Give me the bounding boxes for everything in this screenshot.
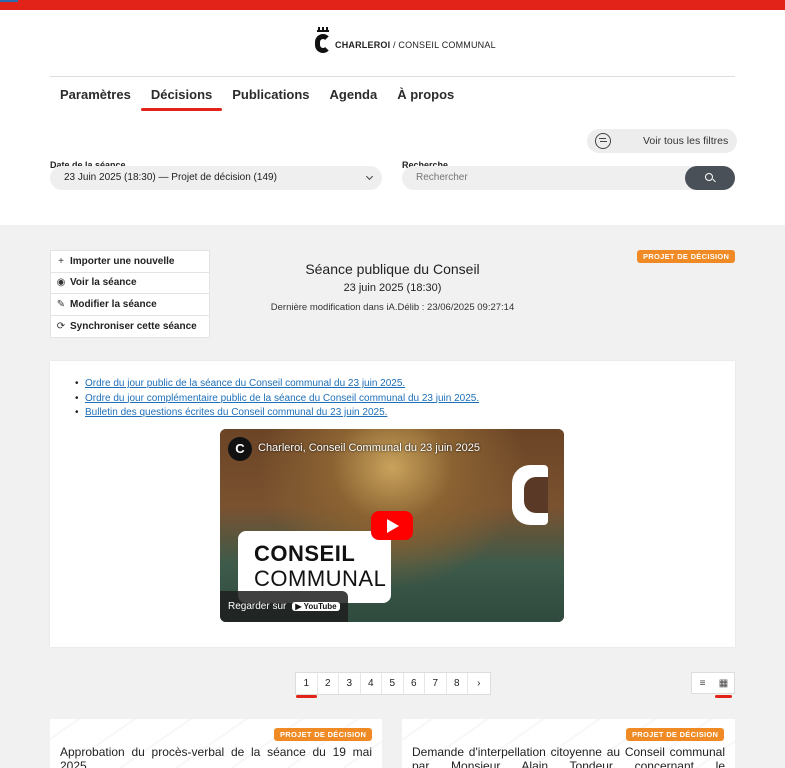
grid-view-icon[interactable]: ▦: [713, 673, 734, 698]
session-date: 23 juin 2025 (18:30): [343, 282, 442, 294]
channel-logo-icon[interactable]: C: [228, 437, 252, 461]
video-embed[interactable]: C Charleroi, Conseil Communal du 23 juin…: [220, 429, 564, 622]
session-last-modified: Dernière modification dans iA.Délib : 23…: [270, 302, 515, 313]
edit-session-action[interactable]: ✎ Modifier la séance: [51, 294, 209, 316]
page-5[interactable]: 5: [382, 673, 404, 694]
page-8[interactable]: 8: [447, 673, 468, 694]
status-badge: PROJET DE DÉCISION: [637, 250, 736, 263]
session-title: Séance publique du Conseil: [305, 261, 480, 277]
action-label: Modifier la séance: [70, 298, 157, 310]
watch-on-youtube-button[interactable]: Regarder sur ▶ YouTube: [220, 591, 348, 622]
action-label: Voir la séance: [70, 277, 137, 289]
import-new-action[interactable]: + Importer une nouvelle: [51, 251, 209, 273]
show-all-filters-label: Voir tous les filtres: [643, 135, 729, 147]
search-input[interactable]: [416, 172, 666, 183]
nav-decisions[interactable]: Décisions: [140, 84, 223, 111]
charleroi-crown-c-icon: [315, 27, 331, 53]
session-content-card: Ordre du jour public de la séance du Con…: [50, 361, 735, 647]
pagination: 1 2 3 4 5 6 7 8 ›: [295, 672, 491, 698]
show-all-filters-button[interactable]: Voir tous les filtres: [587, 129, 737, 153]
pencil-icon: ✎: [56, 298, 66, 310]
session-date-select[interactable]: 23 Juin 2025 (18:30) — Projet de décisio…: [50, 166, 382, 190]
eye-icon: ◉: [56, 277, 66, 289]
result-title[interactable]: Demande d'interpellation citoyenne au Co…: [412, 745, 725, 768]
page-3[interactable]: 3: [339, 673, 361, 694]
nav-parametres[interactable]: Paramètres: [50, 84, 141, 111]
board-line-1: CONSEIL: [254, 541, 356, 566]
video-title[interactable]: Charleroi, Conseil Communal du 23 juin 2…: [258, 442, 480, 454]
action-label: Importer une nouvelle: [70, 255, 175, 267]
search-icon: [705, 173, 713, 181]
agenda-links: Ordre du jour public de la séance du Con…: [75, 377, 479, 421]
logo-brand: CHARLEROI: [335, 40, 391, 50]
agenda-link-public[interactable]: Ordre du jour public de la séance du Con…: [75, 377, 479, 392]
sync-icon: ⟳: [56, 320, 66, 332]
list-view-icon[interactable]: ≡: [692, 673, 713, 694]
page-1[interactable]: 1: [296, 673, 318, 698]
page-2[interactable]: 2: [318, 673, 339, 694]
charleroi-logo[interactable]: CHARLEROI / CONSEIL COMMUNAL: [315, 27, 496, 53]
agenda-link-complementary[interactable]: Ordre du jour complémentaire public de l…: [75, 392, 479, 407]
board-line-2: COMMUNAL: [254, 566, 387, 591]
plus-icon: +: [58, 255, 64, 267]
logo-sub: / CONSEIL COMMUNAL: [390, 40, 496, 50]
watch-on-label: Regarder sur: [228, 601, 287, 612]
result-card[interactable]: PROJET DE DÉCISION Demande d'interpellat…: [402, 719, 735, 768]
view-toggle: ≡ ▦: [691, 672, 735, 698]
session-actions-menu: + Importer une nouvelle ◉ Voir la séance ✎…: [50, 250, 210, 338]
youtube-logo-icon: ▶ YouTube: [292, 602, 340, 611]
session-date-value: 23 Juin 2025 (18:30) — Projet de décisio…: [64, 172, 277, 183]
action-label: Synchroniser cette séance: [70, 320, 197, 332]
chevron-down-icon: [365, 172, 374, 181]
sync-session-action[interactable]: ⟳ Synchroniser cette séance: [51, 316, 209, 338]
top-accent-mark: [0, 0, 18, 2]
status-badge: PROJET DE DÉCISION: [274, 728, 373, 741]
status-badge: PROJET DE DÉCISION: [626, 728, 725, 741]
site-header: CHARLEROI / CONSEIL COMMUNAL Paramètres …: [0, 10, 785, 225]
result-title[interactable]: Approbation du procès-verbal de la séanc…: [60, 745, 372, 768]
view-session-action[interactable]: ◉ Voir la séance: [51, 273, 209, 294]
page-4[interactable]: 4: [361, 673, 382, 694]
next-page-icon[interactable]: ›: [468, 673, 490, 694]
logo-text: CHARLEROI / CONSEIL COMMUNAL: [335, 40, 496, 51]
top-accent-bar: [0, 0, 785, 10]
play-button-icon[interactable]: [371, 511, 413, 540]
page-7[interactable]: 7: [425, 673, 447, 694]
nav-a-propos[interactable]: À propos: [387, 84, 464, 111]
result-card[interactable]: PROJET DE DÉCISION Approbation du procès…: [50, 719, 382, 768]
filter-icon: [595, 133, 611, 149]
header-divider: [50, 76, 735, 77]
search-button[interactable]: [685, 166, 735, 190]
page-6[interactable]: 6: [404, 673, 425, 694]
charleroi-c-icon: [512, 465, 548, 525]
nav-agenda[interactable]: Agenda: [320, 84, 388, 111]
nav-publications[interactable]: Publications: [222, 84, 319, 111]
agenda-link-questions[interactable]: Bulletin des questions écrites du Consei…: [75, 406, 479, 421]
search-box: [402, 166, 735, 190]
main-nav: Paramètres Décisions Publications Agenda…: [50, 84, 464, 111]
